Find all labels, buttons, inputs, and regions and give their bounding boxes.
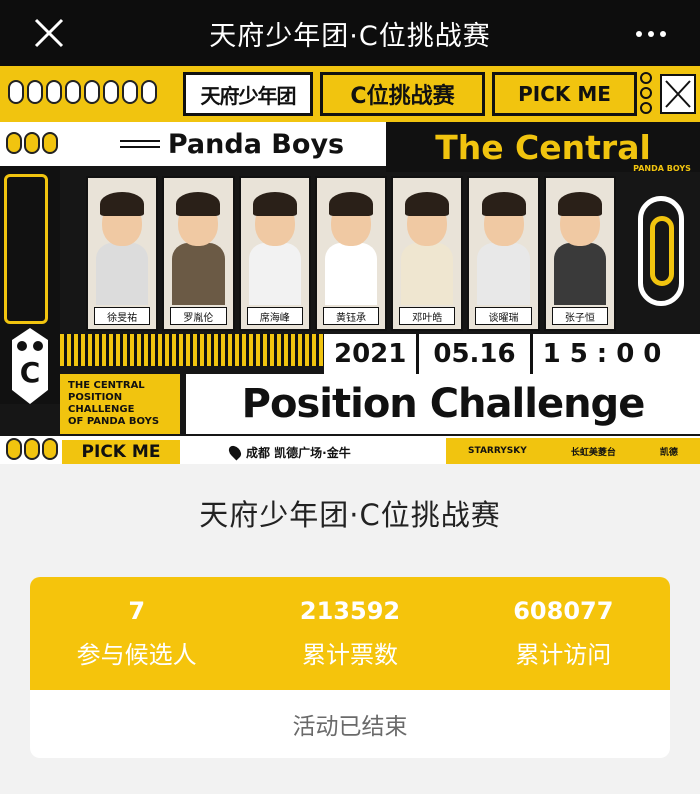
sponsor-logos: STARRYSKY 长虹美菱台 凯德	[446, 438, 700, 464]
contestant-hair	[481, 192, 526, 216]
location-text: 成都 凯德广场·金牛	[246, 445, 351, 460]
contestant-hair	[557, 192, 602, 216]
svg-text:C: C	[20, 356, 41, 389]
contestant-hair	[100, 192, 145, 216]
contestant-card[interactable]: 张子恒	[543, 176, 616, 331]
contestant-card[interactable]: 邓叶皓	[391, 176, 464, 331]
stat-candidates: 7 参与候选人	[30, 577, 243, 690]
stat-candidates-value: 7	[128, 597, 146, 625]
contestant-name: 张子恒	[551, 307, 608, 325]
panda-boys-title: Panda Boys	[70, 122, 386, 166]
stat-votes: 213592 累计票数	[243, 577, 456, 690]
date-month-day: 05.16	[419, 334, 533, 374]
event-banner[interactable]: 天府少年团 C位挑战赛 PICK ME Panda Boys The Centr…	[0, 66, 700, 464]
contestant-name: 席海峰	[246, 307, 303, 325]
tianfu-logo: 天府少年团	[183, 72, 313, 116]
central-challenge-text: THE CENTRAL POSITION CHALLENGE OF PANDA …	[60, 374, 180, 434]
more-icon[interactable]	[628, 14, 674, 54]
contestant-body	[401, 243, 454, 305]
sponsor-logo-3: 凯德	[659, 447, 678, 458]
banner-c-title: C位挑战赛	[320, 72, 485, 116]
page-header-title: 天府少年团·C位挑战赛	[209, 20, 491, 52]
stat-visits-value: 608077	[513, 597, 614, 625]
contestant-hair	[405, 192, 450, 216]
panda-logo-icon: C	[12, 328, 48, 404]
contestant-body	[172, 243, 225, 305]
contestant-body	[96, 243, 149, 305]
stats-summary: 7 参与候选人 213592 累计票数 608077 累计访问	[30, 577, 670, 690]
stat-visits-label: 累计访问	[515, 641, 612, 669]
contestant-card[interactable]: 谈曜瑞	[467, 176, 540, 331]
panda-boys-small-label: PANDA BOYS	[633, 164, 691, 173]
pick-me-label-top: PICK ME	[492, 72, 637, 116]
location-pin-icon	[226, 443, 244, 461]
contestant-name: 黄钰承	[322, 307, 380, 325]
stat-votes-label: 累计票数	[301, 641, 398, 669]
contestant-name: 邓叶皓	[399, 307, 456, 325]
event-location: 成都 凯德广场·金牛	[226, 440, 351, 464]
contestant-card[interactable]: 席海峰	[238, 176, 311, 331]
decorative-pills	[8, 80, 157, 104]
event-date: 2021 05.16 15:00	[324, 334, 700, 374]
contestant-hair	[252, 192, 297, 216]
sponsor-logo-2: 长虹美菱台	[570, 447, 616, 458]
contestant-hair	[328, 192, 373, 216]
decorative-pills-left	[6, 132, 58, 154]
central-line-3: OF PANDA BOYS	[68, 416, 160, 427]
position-challenge-title: Position Challenge	[186, 374, 700, 434]
sponsor-logo-1: STARRYSKY	[468, 446, 527, 456]
decorative-circles	[640, 72, 658, 116]
stats-card: 7 参与候选人 213592 累计票数 608077 累计访问 活动已结束	[30, 577, 670, 758]
pick-me-label-bottom: PICK ME	[62, 440, 180, 464]
stat-visits: 608077 累计访问	[457, 577, 670, 690]
contestant-card[interactable]: 徐旻祐	[86, 176, 159, 331]
stat-candidates-label: 参与候选人	[76, 641, 197, 669]
contestant-name: 徐旻祐	[94, 307, 151, 325]
decorative-pills-bottom	[6, 438, 58, 460]
top-navbar: 天府少年团·C位挑战赛	[0, 0, 700, 66]
contestant-body	[477, 243, 530, 305]
stripe-band	[60, 334, 324, 366]
date-year: 2021	[324, 334, 420, 374]
panda-boys-text: Panda Boys	[167, 128, 345, 160]
contestant-photos: 徐旻祐 罗胤伦 席海峰 黄钰承 邓叶皓 谈曜瑞 张子恒	[86, 176, 616, 331]
cc-logo-inner	[650, 216, 674, 286]
central-line-2: POSITION CHALLENGE	[68, 392, 135, 415]
contestant-hair	[176, 192, 221, 216]
contestant-card[interactable]: 罗胤伦	[162, 176, 235, 331]
contestant-card[interactable]: 黄钰承	[314, 176, 388, 331]
page-title: 天府少年团·C位挑战赛	[199, 498, 501, 532]
contestant-body	[248, 243, 301, 305]
x-mark-icon	[660, 74, 696, 114]
stat-votes-value: 213592	[299, 597, 401, 625]
close-icon[interactable]	[26, 10, 72, 56]
activity-status: 活动已结束	[292, 714, 408, 740]
left-side-panel: C	[0, 166, 60, 404]
central-line-1: THE CENTRAL	[68, 380, 145, 391]
date-time: 15:00	[542, 339, 671, 369]
contestant-body	[553, 243, 606, 305]
contestant-name: 罗胤伦	[170, 307, 227, 325]
contestant-body	[324, 243, 378, 305]
contestant-name: 谈曜瑞	[475, 307, 532, 325]
